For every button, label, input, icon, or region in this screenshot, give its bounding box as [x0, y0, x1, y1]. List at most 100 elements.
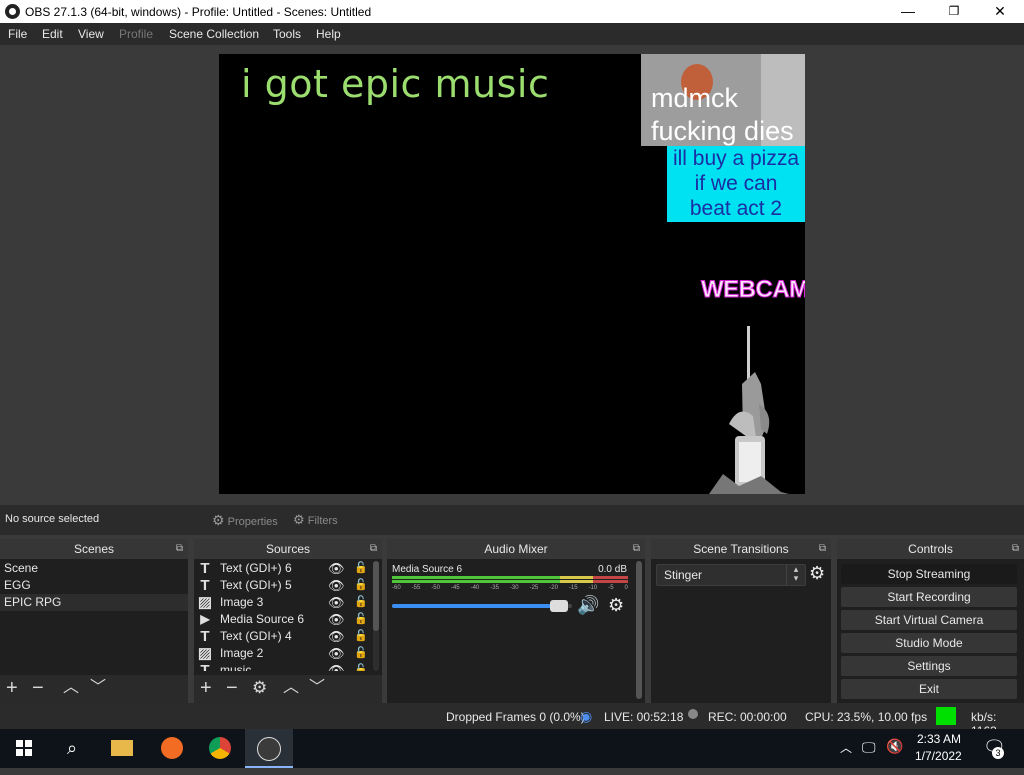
visibility-eye-icon[interactable]: 👁 — [328, 645, 345, 662]
windows-taskbar: ⌕ ︿ 🖵 🔇 2:33 AM 1/7/2022 🗨 3 — [0, 729, 1024, 768]
spinner-arrows-icon[interactable]: ▴ ▾ — [786, 565, 805, 585]
scenes-panel: Scenes ⧉ Scene EGG EPIC RPG + − ︿ ﹀ — [0, 539, 188, 703]
settings-button[interactable]: Settings — [841, 656, 1017, 676]
source-item[interactable]: ▶ Media Source 6 👁 🔓 — [194, 611, 370, 628]
transition-properties-gear-icon[interactable]: ⚙ — [809, 563, 825, 584]
close-button[interactable]: ✕ — [977, 0, 1023, 23]
source-item[interactable]: T Text (GDI+) 5 👁 🔓 — [194, 577, 370, 594]
show-hidden-icons-chevron-icon[interactable]: ︿ — [840, 739, 852, 756]
controls-title: Controls — [908, 542, 953, 556]
visibility-eye-icon[interactable]: 👁 — [328, 628, 345, 645]
preview-text-webcam: WEBCAM — [701, 276, 805, 304]
firefox-icon[interactable] — [148, 729, 196, 768]
float-dock-icon[interactable]: ⧉ — [1012, 539, 1019, 559]
sources-scrollbar-thumb[interactable] — [373, 561, 379, 631]
title-bar: OBS 27.1.3 (64-bit, windows) - Profile: … — [0, 0, 1024, 23]
source-item[interactable]: T Text (GDI+) 6 👁 🔓 — [194, 560, 370, 577]
window-title: OBS 27.1.3 (64-bit, windows) - Profile: … — [25, 5, 372, 19]
mixer-db-level: 0.0 dB — [598, 564, 627, 575]
visibility-eye-icon[interactable]: 👁 — [328, 560, 345, 577]
float-dock-icon[interactable]: ⧉ — [176, 539, 183, 559]
add-scene-icon[interactable]: + — [6, 677, 18, 699]
live-time: LIVE: 00:52:18 — [604, 710, 684, 724]
studio-mode-button[interactable]: Studio Mode — [841, 633, 1017, 653]
chrome-icon[interactable] — [196, 729, 244, 768]
move-down-icon[interactable]: ﹀ — [90, 677, 106, 699]
menu-edit[interactable]: Edit — [42, 27, 63, 41]
visibility-eye-icon[interactable]: 👁 — [328, 611, 345, 628]
add-source-icon[interactable]: + — [200, 677, 212, 699]
obs-taskbar-icon[interactable] — [245, 729, 293, 768]
obs-app-icon — [5, 4, 20, 19]
visibility-eye-icon[interactable]: 👁 — [328, 577, 345, 594]
clock-date[interactable]: 1/7/2022 — [915, 749, 962, 763]
search-icon[interactable]: ⌕ — [48, 729, 96, 768]
lock-icon[interactable]: 🔓 — [354, 662, 368, 671]
source-item[interactable]: ▨ Image 3 👁 🔓 — [194, 594, 370, 611]
file-explorer-icon[interactable] — [98, 729, 146, 768]
lock-icon[interactable]: 🔓 — [354, 628, 368, 645]
menu-scene-collection[interactable]: Scene Collection — [169, 27, 259, 41]
remove-scene-icon[interactable]: − — [32, 677, 44, 699]
maximize-button[interactable]: ❐ — [931, 0, 977, 23]
move-up-icon[interactable]: ︿ — [283, 677, 299, 699]
sources-scrollbar[interactable] — [373, 561, 379, 671]
properties-button[interactable]: ⚙ Properties — [212, 509, 278, 531]
stop-streaming-button[interactable]: Stop Streaming — [841, 564, 1017, 584]
lock-icon[interactable]: 🔓 — [354, 611, 368, 628]
lock-icon[interactable]: 🔓 — [354, 594, 368, 611]
mixer-channel: Media Source 6 0.0 dB -60 -55 -50 -45 -4… — [387, 561, 633, 621]
source-list: T Text (GDI+) 6 👁 🔓 T Text (GDI+) 5 👁 🔓 … — [194, 560, 370, 671]
source-item[interactable]: T music 👁 🔓 — [194, 662, 370, 671]
stream-preview[interactable]: i got epic music mdmck fucking dies ill … — [219, 54, 805, 494]
volume-muted-icon[interactable]: 🔇 — [886, 738, 903, 755]
move-up-icon[interactable]: ︿ — [63, 677, 79, 699]
menu-file[interactable]: File — [8, 27, 27, 41]
source-settings-gear-icon[interactable]: ⚙ — [252, 677, 267, 699]
lock-icon[interactable]: 🔓 — [354, 645, 368, 662]
float-dock-icon[interactable]: ⧉ — [633, 539, 640, 559]
volume-slider[interactable] — [392, 600, 572, 612]
network-icon[interactable]: 🖵 — [862, 739, 876, 756]
speaker-icon[interactable]: 🔊 — [577, 595, 599, 616]
menu-tools[interactable]: Tools — [273, 27, 301, 41]
lock-icon[interactable]: 🔓 — [354, 577, 368, 594]
text-source-icon: T — [200, 628, 210, 645]
lock-icon[interactable]: 🔓 — [354, 560, 368, 577]
scenes-toolbar: + − ︿ ﹀ — [0, 675, 188, 703]
transition-select[interactable]: Stinger ▴ ▾ — [656, 564, 806, 586]
menu-view[interactable]: View — [78, 27, 104, 41]
menu-profile[interactable]: Profile — [119, 27, 153, 41]
source-item[interactable]: T Text (GDI+) 4 👁 🔓 — [194, 628, 370, 645]
stream-health-indicator — [936, 707, 956, 725]
start-button[interactable] — [0, 729, 48, 768]
scenes-header: Scenes ⧉ — [0, 539, 188, 559]
remove-source-icon[interactable]: − — [226, 677, 238, 699]
scene-item[interactable]: EGG — [0, 577, 188, 594]
sources-header: Sources ⧉ — [194, 539, 382, 559]
exit-button[interactable]: Exit — [841, 679, 1017, 699]
scene-item[interactable]: Scene — [0, 560, 188, 577]
folder-icon — [111, 740, 133, 756]
float-dock-icon[interactable]: ⧉ — [370, 539, 377, 559]
scenes-title: Scenes — [73, 542, 115, 556]
source-item[interactable]: ▨ Image 2 👁 🔓 — [194, 645, 370, 662]
visibility-eye-icon[interactable]: 👁 — [328, 662, 345, 671]
visibility-eye-icon[interactable]: 👁 — [328, 594, 345, 611]
sources-toolbar: + − ⚙ ︿ ﹀ — [194, 675, 382, 703]
clock-time[interactable]: 2:33 AM — [917, 732, 961, 746]
tick-label: 0 — [624, 585, 628, 591]
filters-button[interactable]: ⚙ Filters — [293, 509, 338, 531]
start-recording-button[interactable]: Start Recording — [841, 587, 1017, 607]
mixer-scrollbar[interactable] — [636, 561, 642, 699]
start-virtual-camera-button[interactable]: Start Virtual Camera — [841, 610, 1017, 630]
move-down-icon[interactable]: ﹀ — [309, 677, 325, 699]
chrome-logo-icon — [209, 737, 231, 759]
volume-slider-handle[interactable] — [550, 600, 568, 612]
minimize-button[interactable]: — — [885, 0, 931, 23]
float-dock-icon[interactable]: ⧉ — [819, 539, 826, 559]
scene-item-selected[interactable]: EPIC RPG — [0, 594, 188, 611]
mixer-settings-gear-icon[interactable]: ⚙ — [608, 595, 624, 616]
image-source-icon: ▨ — [197, 645, 213, 662]
menu-help[interactable]: Help — [316, 27, 341, 41]
